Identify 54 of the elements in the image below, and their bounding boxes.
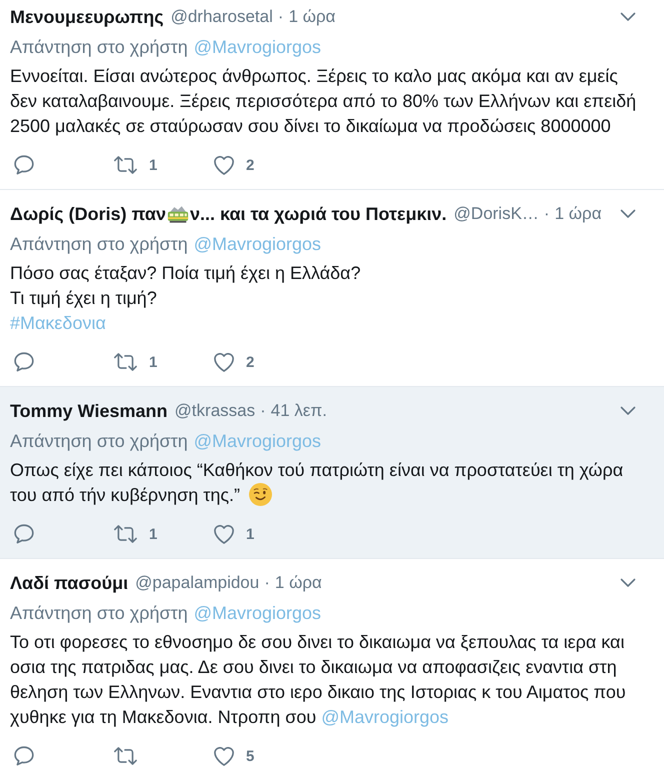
tweet-text: Το οτι φορεσες το εθνοσημο δε σου δινει το δικαιωμα να ξεπουλας τα ιερα και οσια της πατριδας μας. Δε σου δινει το δικαιωμα να αποφασιζεις εναντια στη θεληση των Ελληνων. Εναντια στο ιερο δικαιο της Ιστοριας κ του Αιματος που χυθηκε για τη Μακεδονια. Ντροπη σου @Mavrogiorgos xyxy=(10,631,627,729)
heart-icon xyxy=(214,156,234,174)
dot-separator: · xyxy=(260,400,266,422)
author-handle[interactable]: @DorisK… xyxy=(454,202,539,226)
train-car-icon xyxy=(167,205,189,223)
like-button[interactable]: 2 xyxy=(214,350,254,374)
author-handle[interactable]: @papalampidou xyxy=(135,571,260,595)
winking-face-icon xyxy=(249,483,272,506)
heart-icon xyxy=(214,352,234,372)
caret-icon[interactable] xyxy=(620,578,636,588)
author-name[interactable]: Tommy Wiesmann xyxy=(10,399,168,423)
reply-icon xyxy=(14,524,34,544)
author-handle[interactable]: @tkrassas xyxy=(174,399,256,423)
reply-button[interactable] xyxy=(14,350,34,374)
retweet-button[interactable]: 1 xyxy=(114,153,158,177)
tweet-time[interactable]: 1 ώρα xyxy=(288,5,336,29)
heart-icon xyxy=(214,746,234,766)
tweet-text: Οπως είχε πει κάποιος “Καθήκον τού πατριώτη είναι να προστατεύει τη χώρα του από τήν κυβέρνηση της.” xyxy=(10,459,624,508)
reply-button[interactable] xyxy=(14,744,34,768)
author-name[interactable]: Λαδί πασούμι xyxy=(10,571,128,595)
retweet-button[interactable]: 1 xyxy=(114,522,158,546)
like-button[interactable]: 1 xyxy=(214,522,254,546)
reply-label: Απάντηση στο χρήστη xyxy=(10,430,188,453)
retweet-button[interactable]: 1 xyxy=(114,350,158,374)
dot-separator: · xyxy=(278,6,284,28)
reply-button[interactable] xyxy=(14,153,34,177)
dot-separator: · xyxy=(544,203,550,225)
reply-button[interactable] xyxy=(14,522,34,546)
caret-icon[interactable] xyxy=(620,406,636,416)
tweet-time[interactable]: 1 ώρα xyxy=(554,202,602,226)
author-handle[interactable]: @drharosetal xyxy=(170,5,273,29)
reply-label: Απάντηση στο χρήστη xyxy=(10,36,188,59)
like-button[interactable]: 5 xyxy=(214,744,254,768)
tweet-text: Εννοείται. Είσαι ανώτερος άνθρωπος. Ξέρεις το καλο μας ακόμα και αν εμείς δεν καταλαβαινουμε. Ξέρεις περισσότερα από το 80% των Ελλήνων και επειδή 2500 μαλακές σε σταύρωσαν σου δίνει το δικαίωμα να προδώσεις 8000000 xyxy=(10,65,638,138)
reply-icon xyxy=(14,155,34,175)
author-name[interactable]: Μενουμεευρωπης xyxy=(10,5,164,29)
reply-icon xyxy=(14,352,34,372)
reply-label: Απάντηση στο χρήστη xyxy=(10,602,188,625)
retweet-icon xyxy=(114,353,137,371)
caret-icon[interactable] xyxy=(620,209,636,219)
tweet-time[interactable]: 41 λεπ. xyxy=(270,399,327,423)
retweet-icon xyxy=(114,525,137,543)
retweet-button[interactable] xyxy=(114,744,137,768)
tweet-time[interactable]: 1 ώρα xyxy=(274,571,322,595)
dot-separator: · xyxy=(264,572,270,594)
tweet-text: Πόσο σας έταξαν? Ποία τιμή έχει η Ελλάδα? Τι τιμή έχει η τιμή? #Μακεδονια xyxy=(10,262,362,335)
reply-icon xyxy=(14,746,34,766)
like-button[interactable]: 2 xyxy=(214,153,254,177)
reply-label: Απάντηση στο χρήστη xyxy=(10,233,188,256)
caret-icon[interactable] xyxy=(620,12,636,22)
retweet-icon xyxy=(114,156,137,174)
author-name[interactable]: Δωρίς (Doris) παν ν... και τα χωριά του Ποτεμκιν. xyxy=(10,202,447,226)
retweet-icon xyxy=(114,747,137,765)
heart-icon xyxy=(214,524,234,544)
